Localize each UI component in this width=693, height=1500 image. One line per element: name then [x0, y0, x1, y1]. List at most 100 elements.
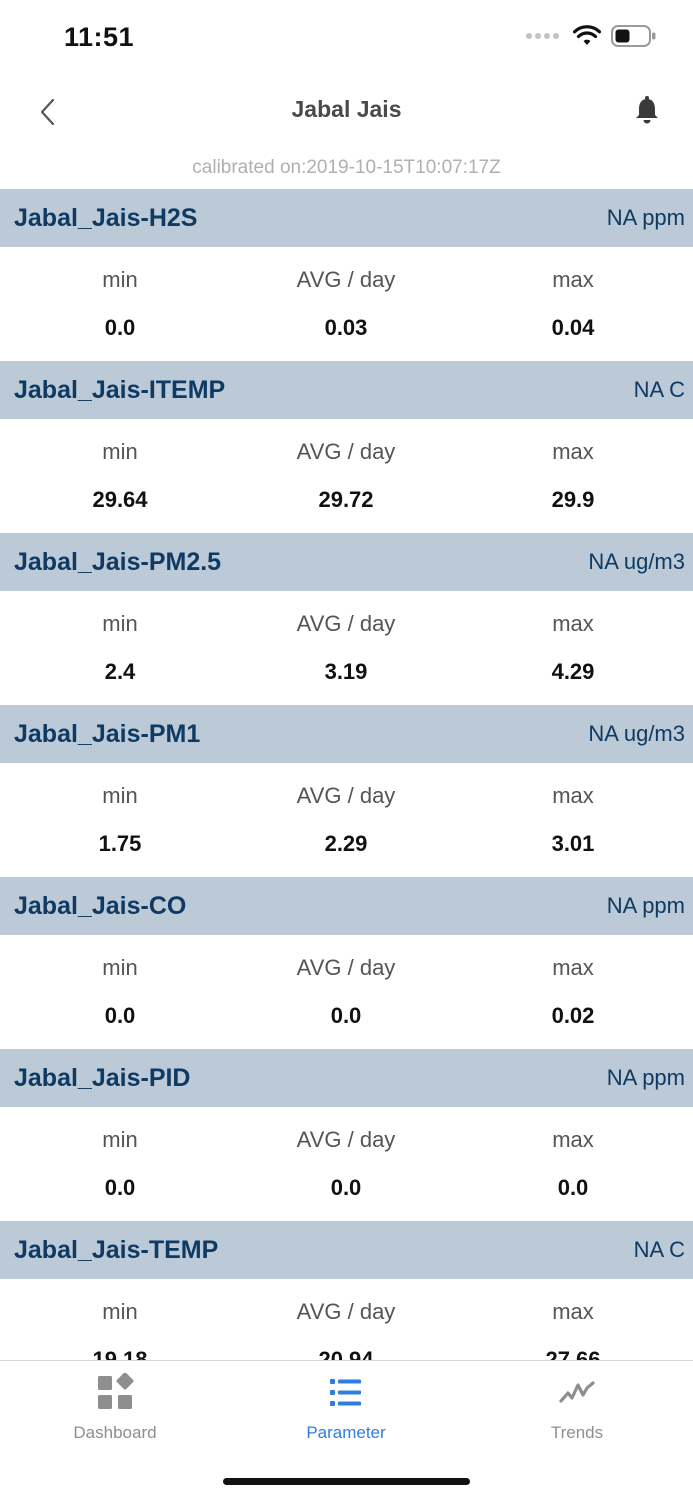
parameter-stats: min 2.4 AVG / day 3.19 max 4.29 [0, 591, 693, 705]
parameter-stats: min 1.75 AVG / day 2.29 max 3.01 [0, 763, 693, 877]
stat-avg: AVG / day 0.0 [246, 1107, 446, 1201]
stat-min: min 0.0 [20, 1107, 220, 1201]
tab-parameter[interactable]: Parameter [246, 1373, 446, 1443]
parameter-unit: NA C [633, 377, 685, 402]
stat-value: 2.29 [324, 831, 368, 856]
parameter-name: Jabal_Jais-H2S [14, 203, 198, 232]
parameter-card[interactable]: Jabal_Jais-PM1 NA ug/m3 min 1.75 AVG / d… [0, 705, 693, 877]
parameter-name: Jabal_Jais-ITEMP [14, 375, 226, 404]
stat-value: 0.03 [324, 315, 368, 340]
stat-min: min 0.0 [20, 935, 220, 1029]
page-title: Jabal Jais [291, 96, 402, 122]
stat-value: 4.29 [551, 659, 595, 684]
stat-value: 3.19 [324, 659, 368, 684]
tab-label: Parameter [306, 1423, 386, 1442]
parameter-card[interactable]: Jabal_Jais-PM2.5 NA ug/m3 min 2.4 AVG / … [0, 533, 693, 705]
stat-max: max 0.0 [473, 1107, 673, 1201]
tab-dashboard[interactable]: Dashboard [15, 1373, 215, 1443]
stat-avg: AVG / day 20.94 [246, 1279, 446, 1360]
stat-label: AVG / day [296, 783, 396, 808]
parameter-unit: NA ppm [606, 1065, 685, 1090]
stat-label: min [102, 611, 138, 636]
bell-icon [636, 96, 658, 124]
status-bar: 11:51 [0, 0, 693, 76]
stat-avg: AVG / day 0.0 [246, 935, 446, 1029]
stat-label: max [552, 1299, 594, 1324]
stat-value: 0.0 [104, 1175, 136, 1200]
stat-label: min [102, 955, 138, 980]
stat-max: max 3.01 [473, 763, 673, 857]
stat-label: min [102, 1127, 138, 1152]
calibration-info: calibrated on:2019-10-15T10:07:17Z [192, 157, 501, 178]
parameter-name: Jabal_Jais-TEMP [14, 1235, 219, 1264]
tab-label: Dashboard [73, 1423, 157, 1442]
battery-icon [611, 25, 656, 47]
parameter-list[interactable]: Jabal_Jais-H2S NA ppm min 0.0 AVG / day … [0, 189, 693, 1360]
notifications-button[interactable] [631, 92, 663, 128]
stat-value: 20.94 [318, 1347, 374, 1360]
stat-value: 19.18 [92, 1347, 148, 1360]
parameter-header: Jabal_Jais-CO NA ppm [0, 877, 693, 935]
parameter-header: Jabal_Jais-PID NA ppm [0, 1049, 693, 1107]
parameter-header: Jabal_Jais-H2S NA ppm [0, 189, 693, 247]
parameter-name: Jabal_Jais-PID [14, 1063, 191, 1092]
stat-label: min [102, 267, 138, 292]
stat-label: min [102, 783, 138, 808]
parameter-unit: NA ppm [606, 893, 685, 918]
stat-label: AVG / day [296, 1299, 396, 1324]
stat-value: 0.0 [104, 315, 136, 340]
stat-value: 0.0 [330, 1003, 362, 1028]
stat-value: 29.9 [551, 487, 595, 512]
stat-value: 2.4 [104, 659, 136, 684]
parameter-header: Jabal_Jais-PM1 NA ug/m3 [0, 705, 693, 763]
parameter-card[interactable]: Jabal_Jais-CO NA ppm min 0.0 AVG / day 0… [0, 877, 693, 1049]
stat-value: 0.0 [330, 1175, 362, 1200]
parameter-card[interactable]: Jabal_Jais-ITEMP NA C min 29.64 AVG / da… [0, 361, 693, 533]
parameter-unit: NA ppm [606, 205, 685, 230]
parameter-name: Jabal_Jais-PM2.5 [14, 547, 222, 576]
stat-value: 1.75 [98, 831, 142, 856]
stat-max: max 0.02 [473, 935, 673, 1029]
cellular-signal-icon [526, 33, 559, 39]
parameter-card[interactable]: Jabal_Jais-TEMP NA C min 19.18 AVG / day… [0, 1221, 693, 1360]
parameter-header: Jabal_Jais-ITEMP NA C [0, 361, 693, 419]
stat-label: max [552, 1127, 594, 1152]
stat-label: AVG / day [296, 611, 396, 636]
stat-avg: AVG / day 2.29 [246, 763, 446, 857]
stat-value: 0.02 [551, 1003, 595, 1028]
home-indicator[interactable] [223, 1478, 470, 1485]
stat-value: 0.04 [551, 315, 595, 340]
stat-label: min [102, 439, 138, 464]
stat-max: max 4.29 [473, 591, 673, 685]
stat-min: min 0.0 [20, 247, 220, 341]
stat-label: AVG / day [296, 439, 396, 464]
stat-min: min 29.64 [20, 419, 220, 513]
tab-trends[interactable]: Trends [477, 1373, 677, 1443]
parameter-header: Jabal_Jais-TEMP NA C [0, 1221, 693, 1279]
dashboard-icon [98, 1373, 134, 1409]
parameter-unit: NA C [633, 1237, 685, 1262]
parameter-name: Jabal_Jais-CO [14, 891, 187, 920]
parameter-stats: min 0.0 AVG / day 0.0 max 0.0 [0, 1107, 693, 1221]
parameter-stats: min 0.0 AVG / day 0.03 max 0.04 [0, 247, 693, 361]
stat-label: max [552, 439, 594, 464]
stat-min: min 19.18 [20, 1279, 220, 1360]
stat-label: min [102, 1299, 138, 1324]
stat-max: max 0.04 [473, 247, 673, 341]
parameter-name: Jabal_Jais-PM1 [14, 719, 201, 748]
stat-value: 27.66 [545, 1347, 601, 1360]
stat-min: min 1.75 [20, 763, 220, 857]
parameter-unit: NA ug/m3 [588, 549, 685, 574]
parameter-card[interactable]: Jabal_Jais-H2S NA ppm min 0.0 AVG / day … [0, 189, 693, 361]
parameter-card[interactable]: Jabal_Jais-PID NA ppm min 0.0 AVG / day … [0, 1049, 693, 1221]
stat-value: 0.0 [104, 1003, 136, 1028]
parameter-stats: min 19.18 AVG / day 20.94 max 27.66 [0, 1279, 693, 1360]
stat-avg: AVG / day 3.19 [246, 591, 446, 685]
stat-value: 3.01 [551, 831, 595, 856]
stat-value: 0.0 [557, 1175, 589, 1200]
tab-label: Trends [550, 1423, 604, 1442]
trends-icon [559, 1381, 595, 1403]
parameter-unit: NA ug/m3 [588, 721, 685, 746]
stat-label: max [552, 611, 594, 636]
stat-value: 29.64 [92, 487, 148, 512]
